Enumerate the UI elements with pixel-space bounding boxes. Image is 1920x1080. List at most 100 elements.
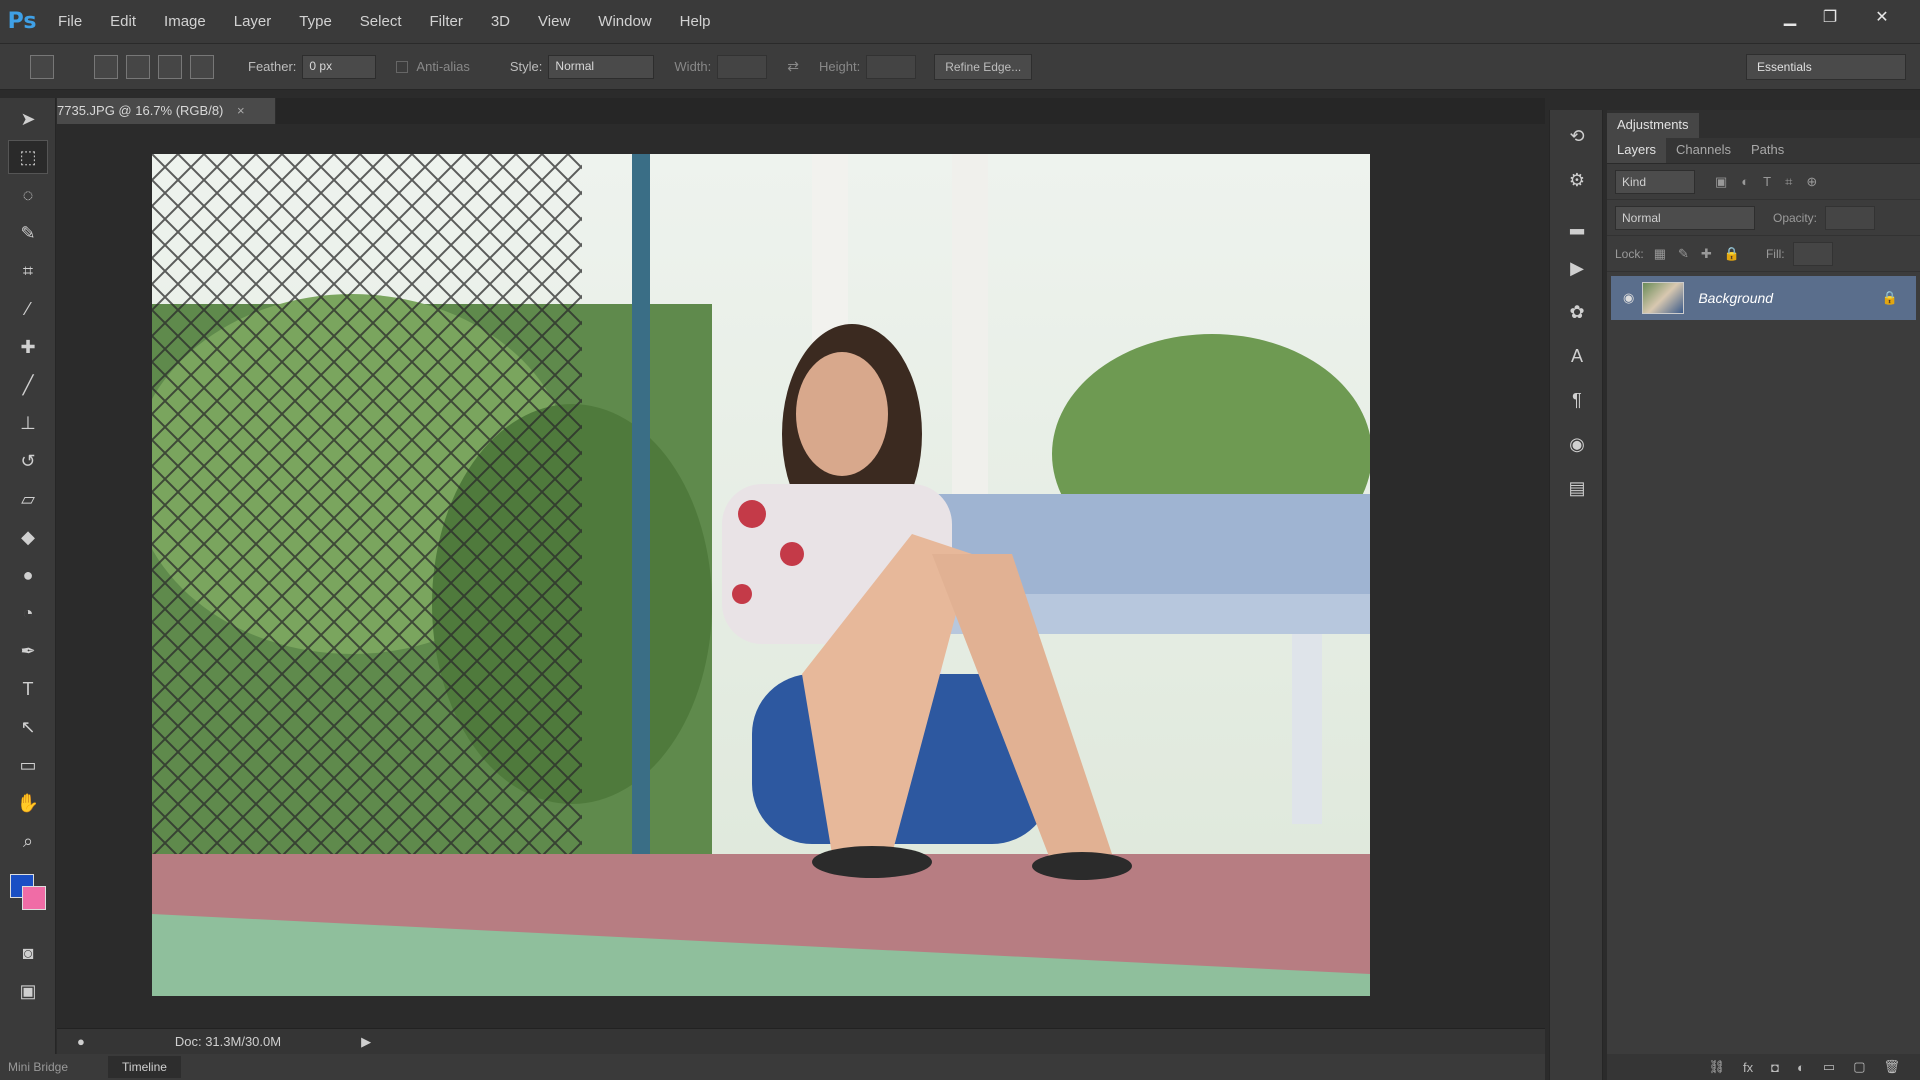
style-select[interactable]: Normal <box>548 54 655 79</box>
menu-image[interactable]: Image <box>150 0 220 44</box>
antialias-checkbox[interactable] <box>396 60 409 73</box>
kind-filter-select[interactable]: Kind <box>1615 169 1695 194</box>
lock-label: Lock: <box>1615 246 1644 261</box>
close-document-icon[interactable]: × <box>237 103 245 118</box>
brush-icon[interactable]: ╱ <box>8 368 48 402</box>
quick-mask-icon[interactable]: ◙ <box>8 936 48 970</box>
eraser-icon[interactable]: ▱ <box>8 482 48 516</box>
layers-tabs: Layers Channels Paths <box>1607 138 1920 164</box>
quick-select-icon[interactable]: ✎ <box>8 216 48 250</box>
timeline-tab[interactable]: Timeline <box>108 1056 181 1078</box>
eye-icon[interactable]: ◉ <box>1623 290 1634 306</box>
refine-edge-button[interactable]: Refine Edge... <box>934 53 1033 80</box>
feather-input[interactable]: 0 px <box>302 54 377 79</box>
menu-file[interactable]: File <box>44 0 96 44</box>
menu-filter[interactable]: Filter <box>416 0 477 44</box>
crop-icon[interactable]: ⌗ <box>8 254 48 288</box>
fx-icon[interactable]: fx <box>1743 1060 1753 1075</box>
background-color-swatch[interactable] <box>22 886 46 910</box>
layers-panel-footer: ⛓ fx ◘ ◐ ▭ ▢ 🗑 <box>1607 1054 1920 1080</box>
properties-icon[interactable]: ▤ <box>1557 470 1597 506</box>
menu-3d[interactable]: 3D <box>477 0 524 44</box>
tools-panel: ➤ ⬚ ◌ ✎ ⌗ ⁄ ✚ ╱ ⊥ ↺ ▱ ◆ ● ◔ ✒ T ↖ ▭ ✋ ⌕ … <box>0 98 56 1080</box>
paint-bucket-icon[interactable]: ◆ <box>8 520 48 554</box>
hand-icon[interactable]: ✋ <box>8 786 48 820</box>
color-swatches <box>0 862 56 932</box>
document-canvas[interactable] <box>152 154 1370 996</box>
blur-icon[interactable]: ● <box>8 558 48 592</box>
zoom-field-icon[interactable]: ● <box>77 1034 85 1049</box>
status-menu-arrow-icon[interactable]: ▶ <box>361 1034 371 1050</box>
opacity-label: Opacity: <box>1773 210 1818 225</box>
stamp-icon[interactable]: ⊥ <box>8 406 48 440</box>
new-adjustment-icon[interactable]: ◐ <box>1797 1060 1805 1075</box>
tab-paths[interactable]: Paths <box>1741 138 1794 163</box>
lock-icons[interactable]: ▦✎✚🔒 <box>1654 246 1752 262</box>
close-button[interactable]: ✕ <box>1862 0 1902 34</box>
bottom-panel-bar: Mini Bridge Timeline <box>0 1054 1545 1080</box>
photoshop-logo: Ps <box>7 9 37 34</box>
width-input[interactable] <box>717 54 768 79</box>
layer-name[interactable]: Background <box>1698 290 1773 306</box>
marquee-icon[interactable]: ⬚ <box>8 140 48 174</box>
layers-panel: Adjustments Layers Channels Paths Kind ▣… <box>1607 110 1920 1080</box>
healing-icon[interactable]: ✚ <box>8 330 48 364</box>
minimize-button[interactable]: ▁ <box>1770 0 1810 34</box>
fill-label: Fill: <box>1765 246 1785 261</box>
feather-label: Feather: <box>248 59 297 74</box>
delete-layer-icon[interactable]: 🗑 <box>1883 1059 1900 1075</box>
lasso-icon[interactable]: ◌ <box>8 178 48 212</box>
mini-bridge-tab[interactable]: Mini Bridge <box>8 1060 68 1074</box>
menu-select[interactable]: Select <box>346 0 416 44</box>
subtract-selection-icon[interactable] <box>158 54 182 79</box>
dodge-icon[interactable]: ◔ <box>8 596 48 630</box>
layer-background[interactable]: ◉ Background 🔒 <box>1611 276 1916 320</box>
blend-mode-select[interactable]: Normal <box>1615 205 1755 230</box>
brush-presets-icon[interactable]: ✿ <box>1557 294 1597 330</box>
history-brush-icon[interactable]: ↺ <box>8 444 48 478</box>
add-mask-icon[interactable]: ◘ <box>1771 1060 1779 1075</box>
new-group-icon[interactable]: ▭ <box>1823 1059 1835 1075</box>
menu-layer[interactable]: Layer <box>220 0 286 44</box>
filter-icons[interactable]: ▣◐T⌗⊕ <box>1715 174 1831 190</box>
swap-icon[interactable]: ⇄ <box>787 58 799 75</box>
add-selection-icon[interactable] <box>126 54 150 79</box>
menu-type[interactable]: Type <box>285 0 346 44</box>
link-layers-icon[interactable]: ⛓ <box>1709 1059 1726 1075</box>
menu-help[interactable]: Help <box>666 0 725 44</box>
adjustments-icon[interactable]: ⚙ <box>1557 162 1597 198</box>
rectangle-icon[interactable]: ▭ <box>8 748 48 782</box>
marquee-preset-icon[interactable] <box>30 54 54 79</box>
intersect-selection-icon[interactable] <box>190 54 214 79</box>
actions-icon[interactable]: ▶ <box>1557 250 1597 286</box>
tab-channels[interactable]: Channels <box>1666 138 1741 163</box>
opacity-input[interactable] <box>1825 205 1876 230</box>
path-select-icon[interactable]: ↖ <box>8 710 48 744</box>
histogram-icon[interactable]: ▂ <box>1557 206 1597 242</box>
eyedropper-icon[interactable]: ⁄ <box>8 292 48 326</box>
document-area: 7735.JPG @ 16.7% (RGB/8) × <box>57 98 1545 1028</box>
menu-window[interactable]: Window <box>584 0 665 44</box>
new-selection-icon[interactable] <box>94 54 118 79</box>
pen-icon[interactable]: ✒ <box>8 634 48 668</box>
restore-button[interactable]: ❐ <box>1810 0 1850 34</box>
fill-input[interactable] <box>1792 241 1833 266</box>
character-icon[interactable]: A <box>1557 338 1597 374</box>
menu-edit[interactable]: Edit <box>96 0 150 44</box>
status-bar: ● Doc: 31.3M/30.0M ▶ <box>57 1028 1545 1054</box>
height-input[interactable] <box>866 54 917 79</box>
move-icon[interactable]: ➤ <box>8 102 48 136</box>
tab-adjustments[interactable]: Adjustments <box>1607 113 1699 138</box>
workspace-select[interactable]: Essentials <box>1746 54 1906 80</box>
styles-icon[interactable]: ◉ <box>1557 426 1597 462</box>
type-icon[interactable]: T <box>8 672 48 706</box>
screen-mode-icon[interactable]: ▣ <box>8 974 48 1008</box>
document-tab[interactable]: 7735.JPG @ 16.7% (RGB/8) × <box>57 98 276 124</box>
zoom-icon[interactable]: ⌕ <box>8 824 48 858</box>
paragraph-icon[interactable]: ¶ <box>1557 382 1597 418</box>
new-layer-icon[interactable]: ▢ <box>1853 1059 1865 1075</box>
doc-size-status: Doc: 31.3M/30.0M <box>174 1034 282 1049</box>
menu-view[interactable]: View <box>524 0 584 44</box>
history-icon[interactable]: ⟲ <box>1557 118 1597 154</box>
tab-layers[interactable]: Layers <box>1607 138 1667 163</box>
